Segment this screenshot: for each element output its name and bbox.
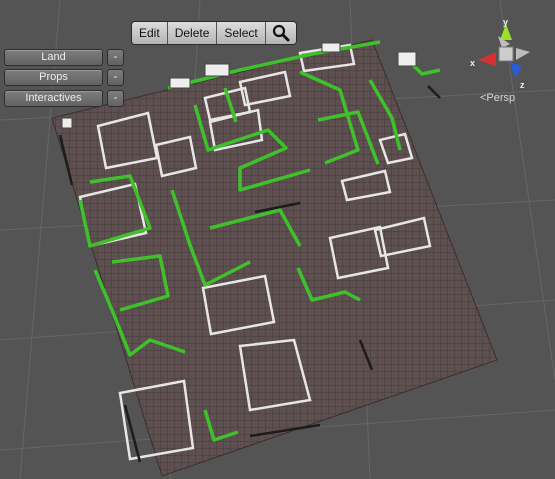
projection-toggle[interactable]: <Persp: [480, 92, 515, 104]
select-button[interactable]: Select: [217, 22, 266, 44]
gizmo-z-label: z: [520, 80, 525, 90]
magnifier-icon: [272, 24, 290, 42]
layer-interactives-remove-button[interactable]: -: [107, 90, 124, 107]
gizmo-y-label: y: [503, 17, 509, 27]
layer-row-interactives: Interactives -: [4, 90, 124, 107]
edit-button[interactable]: Edit: [132, 22, 168, 44]
layer-props-remove-button[interactable]: -: [107, 69, 124, 86]
search-button[interactable]: [265, 22, 296, 44]
layer-interactives-button[interactable]: Interactives: [4, 90, 103, 107]
layer-row-props: Props -: [4, 69, 124, 86]
gizmo-neg-x-cone[interactable]: [516, 48, 530, 60]
gizmo-center-cube[interactable]: [498, 46, 514, 62]
delete-button[interactable]: Delete: [167, 22, 218, 44]
layer-land-button[interactable]: Land: [4, 49, 103, 66]
gizmo-x-axis-cone[interactable]: [478, 52, 496, 66]
edit-toolbar: Edit Delete Select: [131, 21, 297, 45]
layer-row-land: Land -: [4, 49, 124, 66]
gizmo-x-label: x: [470, 58, 476, 68]
gizmo-z-axis-cone[interactable]: [510, 62, 522, 78]
orientation-gizmo[interactable]: [468, 18, 548, 90]
layer-props-button[interactable]: Props: [4, 69, 103, 86]
layer-land-remove-button[interactable]: -: [107, 49, 124, 66]
